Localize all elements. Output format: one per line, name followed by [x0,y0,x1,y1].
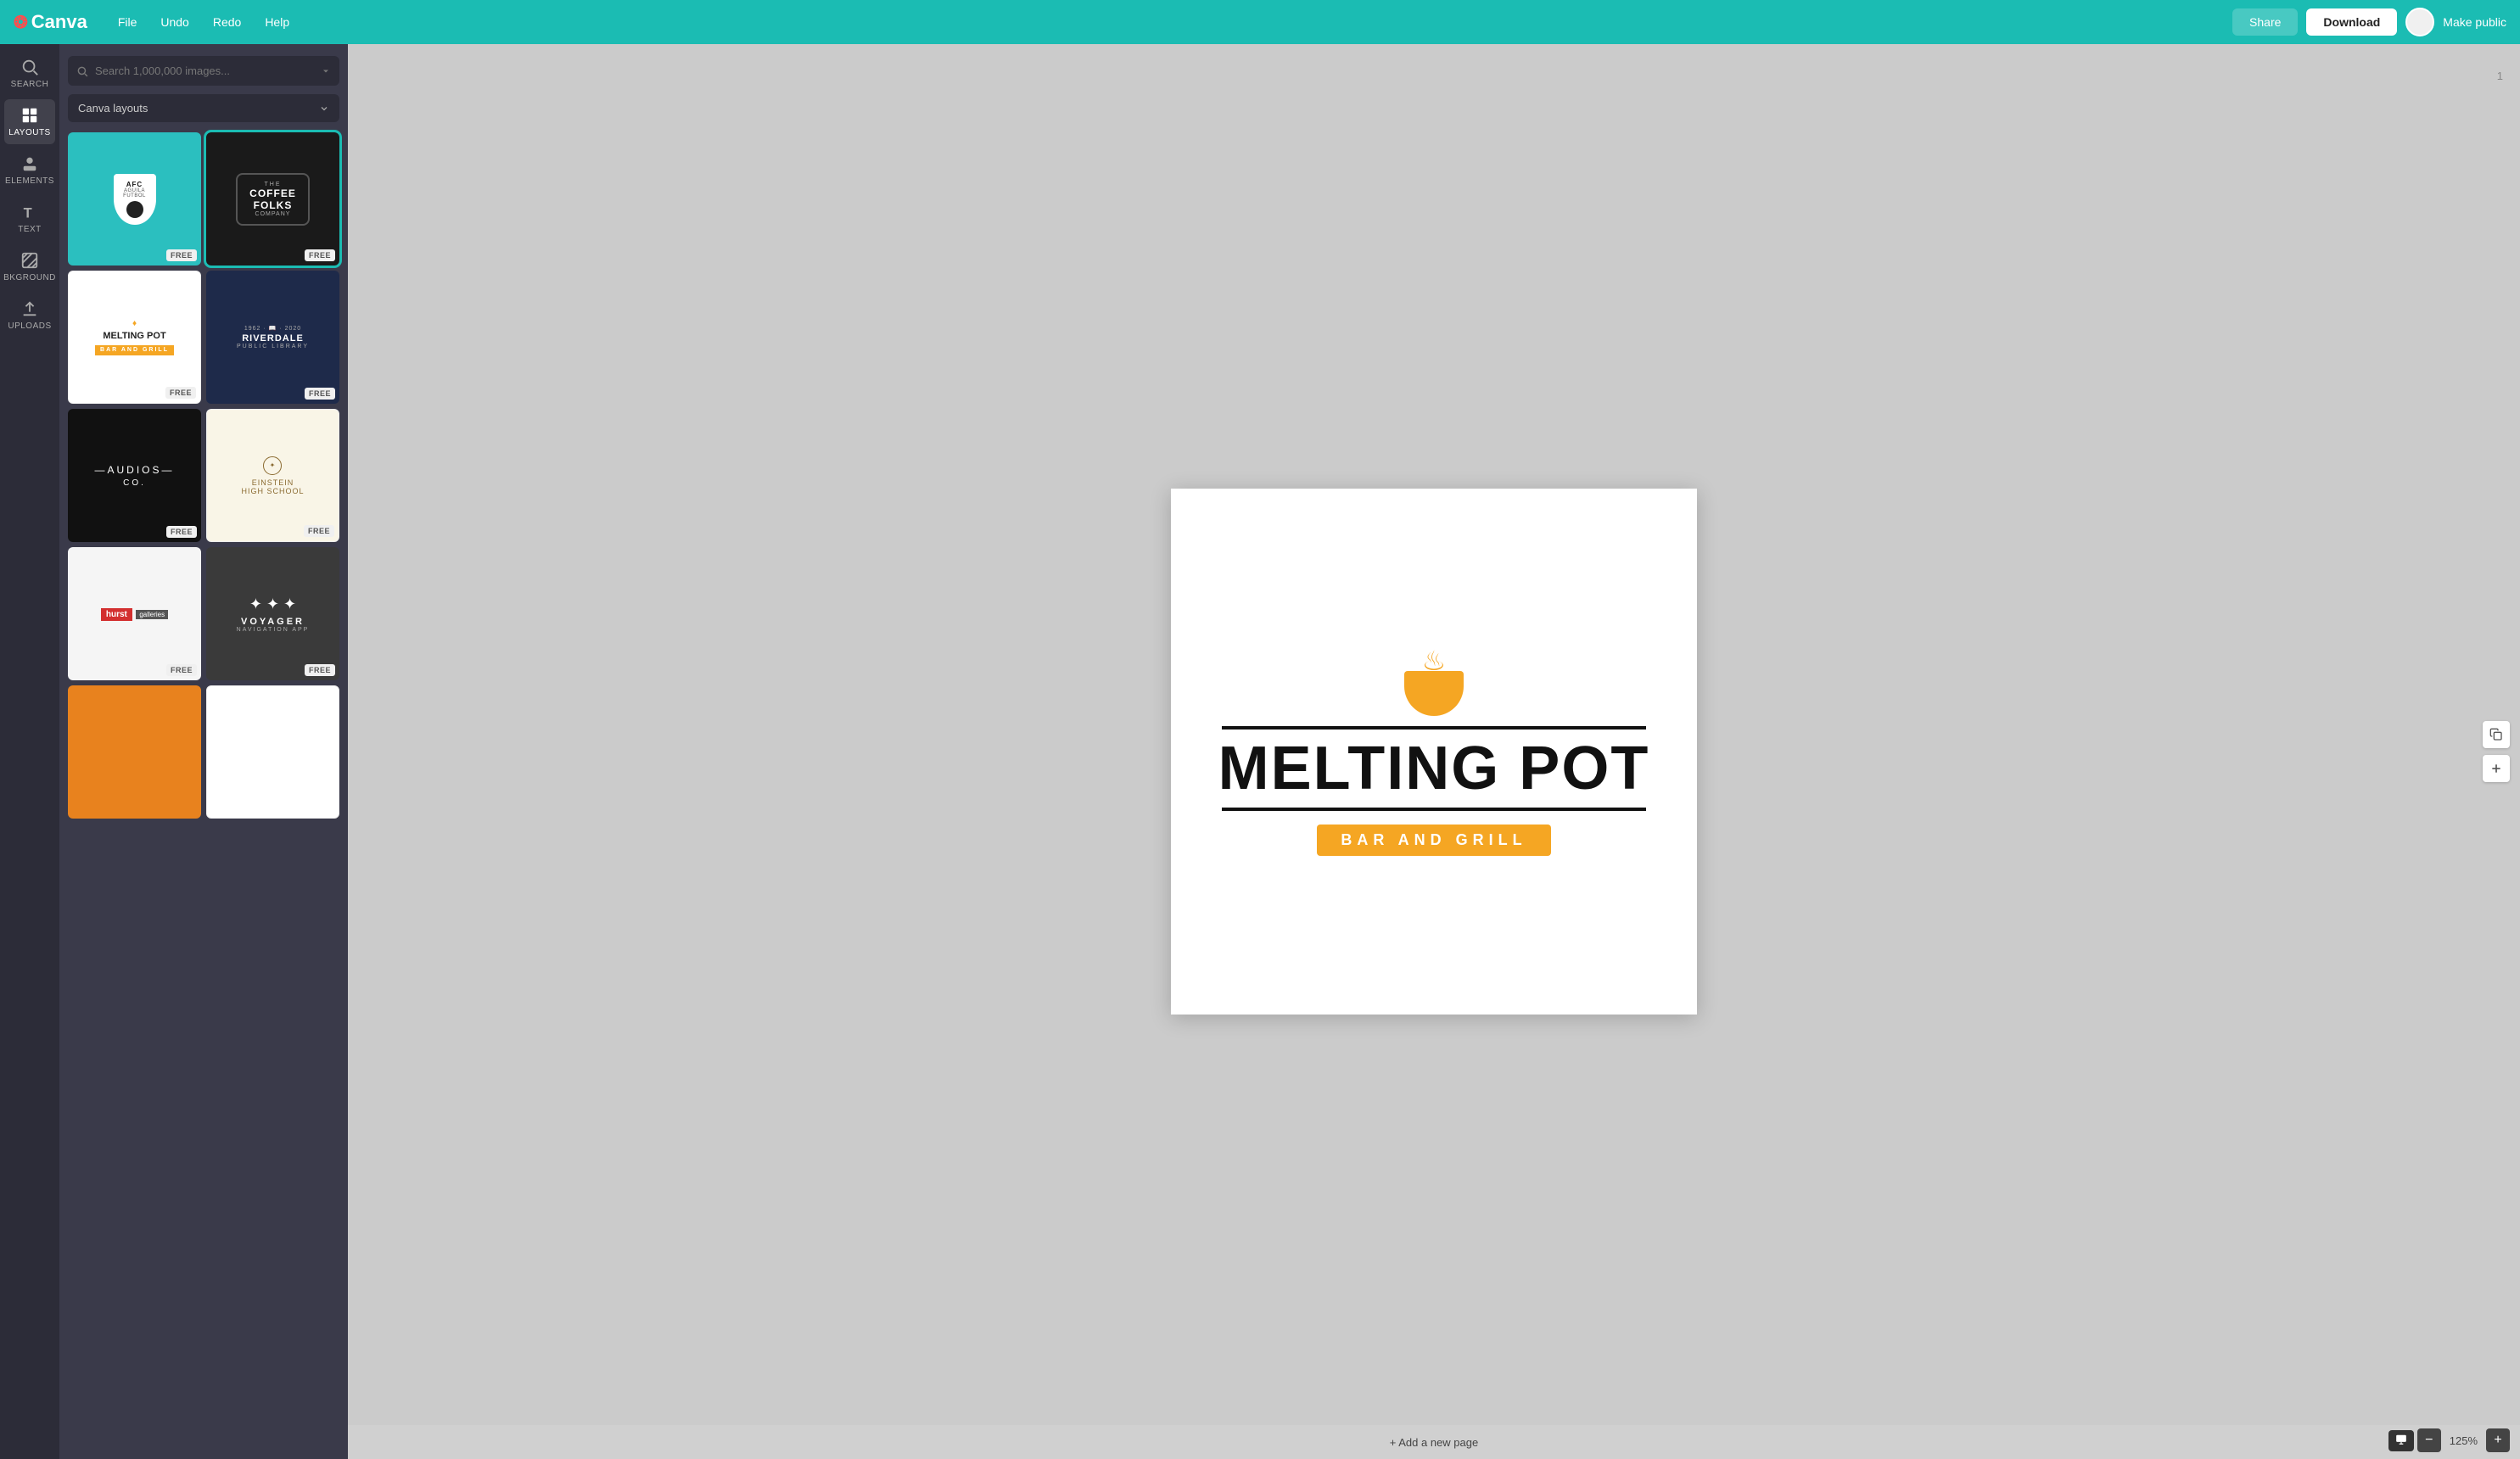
layout-card-melting[interactable]: ♦ MELTING POT BAR AND GRILL FREE [68,271,201,404]
search-bar[interactable] [68,56,339,86]
layout-card-audios[interactable]: —AUDIOS— CO. FREE [68,409,201,542]
sidebar-text-label: TEXT [18,225,42,234]
text-icon: T [20,203,39,221]
canvas-content: ♨ MELTING POT BAR AND GRILL [1171,647,1697,856]
layout-card-einstein[interactable]: ✦ EINSTEINHIGH SCHOOL FREE [206,409,339,542]
zoom-level: 125% [2444,1434,2483,1447]
logo-text: Canva [31,11,87,33]
free-badge-einstein: FREE [304,525,334,537]
afc-logo: AFC AGUILA FUTBOL [114,174,156,225]
hurst-logo: hurst galleries [101,606,168,623]
layout-card-afc[interactable]: AFC AGUILA FUTBOL FREE [68,132,201,266]
page-number: 1 [2497,70,2503,82]
add-page-tool[interactable] [2483,755,2510,782]
audios-logo: —AUDIOS— CO. [94,464,174,488]
design-canvas: ♨ MELTING POT BAR AND GRILL [1171,489,1697,1015]
right-tools [2483,721,2510,782]
layout-card-orange[interactable] [68,685,201,819]
canvas-title: MELTING POT [1171,738,1697,799]
svg-text:T: T [24,205,32,221]
present-icon [2395,1434,2407,1445]
layout-card-coffee[interactable]: THE COFFEEFOLKS COMPANY FREE [206,132,339,266]
sidebar-elements-label: ELEMENTS [5,176,54,186]
einstein-logo: ✦ EINSTEINHIGH SCHOOL [241,456,304,495]
sidebar-item-layouts[interactable]: LAYOUTS [4,99,55,144]
layout-card-voyager[interactable]: ✦ ✦ ✦ VOYAGER NAVIGATION APP FREE [206,547,339,680]
free-badge-melting: FREE [165,387,196,399]
free-badge-afc: FREE [166,249,197,261]
search-input[interactable] [88,56,321,86]
canvas-subtitle: BAR AND GRILL [1317,825,1550,856]
bottom-bar: + Add a new page [348,1425,2520,1459]
layout-card-hurst[interactable]: hurst galleries FREE [68,547,201,680]
free-badge-audios: FREE [166,526,197,538]
free-badge-hurst: FREE [166,664,197,676]
sidebar: SEARCH LAYOUTS ELEMENTS T TEXT BKGROUND … [0,44,59,1459]
download-button[interactable]: Download [2306,8,2397,36]
duplicate-tool[interactable] [2483,721,2510,748]
share-button[interactable]: Share [2232,8,2298,36]
menu-redo[interactable]: Redo [206,12,248,32]
sidebar-item-text[interactable]: T TEXT [4,196,55,241]
free-badge-riverdale: FREE [305,388,335,400]
topbar: ❂ Canva File Undo Redo Help Share Downlo… [0,0,2520,44]
sidebar-search-label: SEARCH [11,80,49,89]
bowl-icon [1404,678,1464,716]
zoom-in-button[interactable]: + [2486,1428,2510,1452]
layouts-grid: AFC AGUILA FUTBOL FREE THE COFFEEFOLKS C… [68,132,339,819]
uploads-icon [20,299,39,318]
menu-help[interactable]: Help [258,12,296,32]
avatar[interactable] [2405,8,2434,36]
background-icon [20,251,39,270]
top-divider [1222,726,1646,730]
free-badge-voyager: FREE [305,664,335,676]
melting-pot-logo: ♦ MELTING POT BAR AND GRILL [69,319,200,356]
sidebar-item-search[interactable]: SEARCH [4,51,55,96]
present-button[interactable] [2388,1430,2414,1451]
voyager-logo: ✦ ✦ ✦ VOYAGER NAVIGATION APP [237,595,310,633]
search-icon [20,58,39,76]
layouts-dropdown[interactable]: Canva layouts [68,94,339,122]
layouts-icon [20,106,39,125]
layout-card-white[interactable] [206,685,339,819]
add-page-icon [2489,762,2503,775]
bottom-divider [1222,808,1646,811]
panel-search-icon [76,65,88,77]
coffee-folks-logo: THE COFFEEFOLKS COMPANY [236,173,310,226]
sidebar-item-background[interactable]: BKGROUND [4,244,55,289]
menu-file[interactable]: File [111,12,144,32]
add-page-button[interactable]: + Add a new page [1390,1436,1478,1449]
zoom-controls: − 125% + [2388,1428,2510,1452]
elements-icon [20,154,39,173]
sidebar-item-elements[interactable]: ELEMENTS [4,148,55,193]
dropdown-label: Canva layouts [78,102,148,115]
sidebar-background-label: BKGROUND [3,273,56,282]
logo-icon: ❂ [14,12,28,33]
layout-card-riverdale[interactable]: 1962 · 📖 · 2020 RIVERDALE PUBLIC LIBRARY… [206,271,339,404]
sidebar-layouts-label: LAYOUTS [8,128,50,137]
zoom-out-button[interactable]: − [2417,1428,2441,1452]
logo[interactable]: ❂ Canva [14,11,87,33]
layouts-panel: Canva layouts AFC AGUILA FUTBOL FREE THE… [59,44,348,1459]
sidebar-uploads-label: UPLOADS [8,321,51,331]
search-dropdown-icon [321,66,331,76]
free-badge-coffee: FREE [305,249,335,261]
canvas-area: 1 ♨ MELTING POT [348,44,2520,1459]
chevron-down-icon [319,103,329,114]
sidebar-item-uploads[interactable]: UPLOADS [4,293,55,338]
duplicate-icon [2489,728,2503,741]
riverdale-logo: 1962 · 📖 · 2020 RIVERDALE PUBLIC LIBRARY [237,325,309,349]
make-public-button[interactable]: Make public [2443,15,2506,29]
topbar-right: Share Download Make public [2232,8,2506,36]
menu-undo[interactable]: Undo [154,12,195,32]
